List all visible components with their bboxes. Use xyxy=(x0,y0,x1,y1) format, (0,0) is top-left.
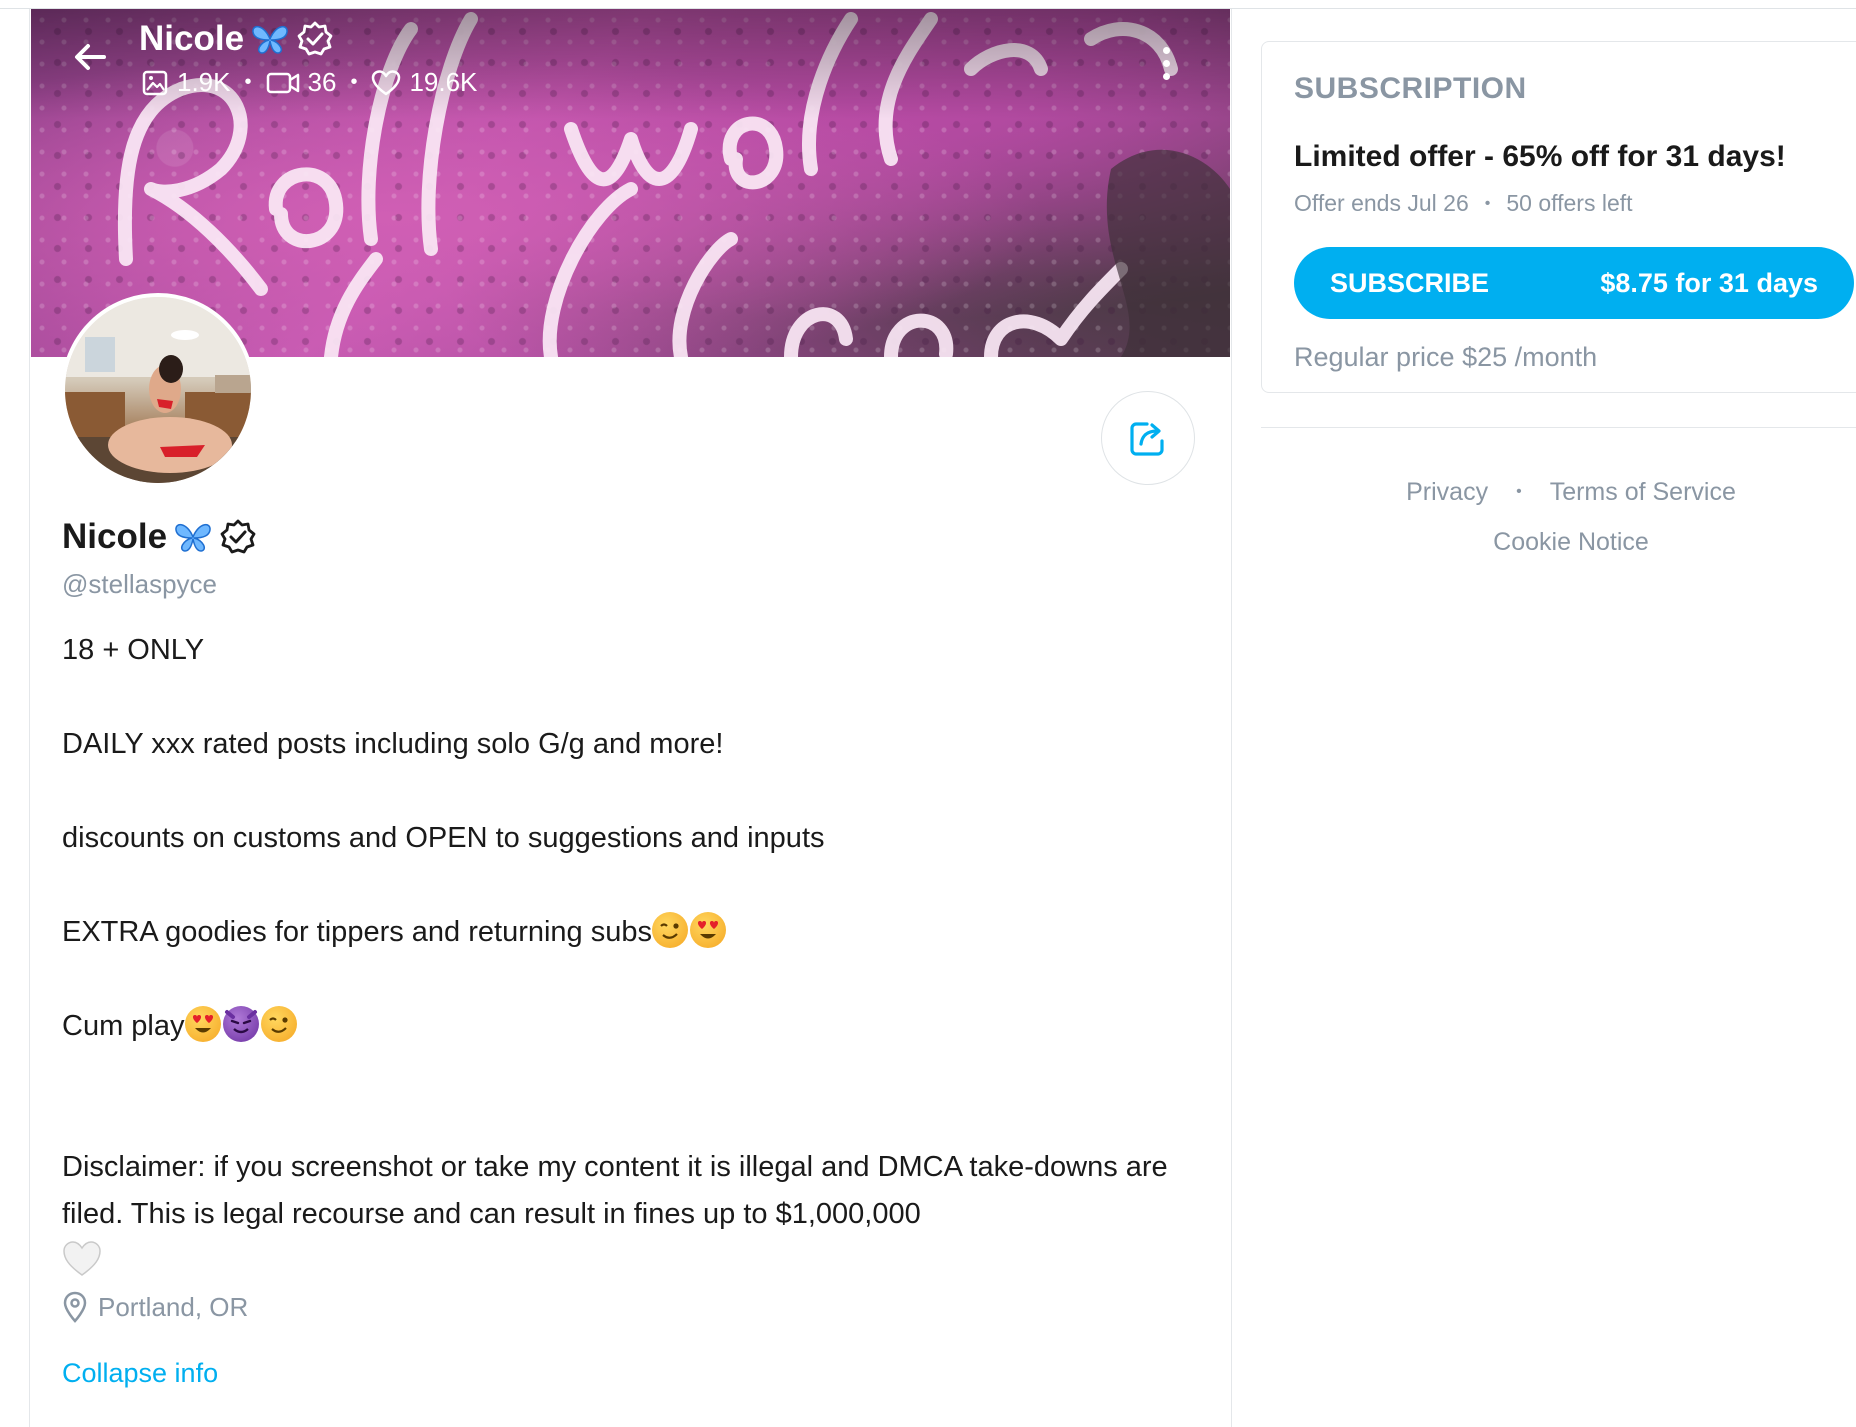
devil-emoji xyxy=(222,1006,259,1042)
location-text: Portland, OR xyxy=(98,1291,249,1322)
subscribe-price: $8.75 for 31 days xyxy=(1600,267,1818,298)
more-vertical-icon xyxy=(1162,46,1170,54)
bio-line-with-emoji: EXTRA goodies for tippers and returning … xyxy=(62,909,1202,956)
profile-name-text: Nicole xyxy=(62,517,168,556)
terms-link[interactable]: Terms of Service xyxy=(1550,478,1736,507)
likes-stat: 19.6K xyxy=(371,67,477,98)
profile-bio: 18 + ONLY DAILY xxx rated posts includin… xyxy=(62,627,1202,1285)
separator-dot: • xyxy=(1516,483,1522,500)
bio-line: DAILY xxx rated posts including solo G/g… xyxy=(62,728,724,760)
share-button[interactable] xyxy=(1101,391,1195,485)
white-heart-icon xyxy=(63,1241,101,1276)
collapse-info-link[interactable]: Collapse info xyxy=(62,1358,218,1389)
butterfly-icon xyxy=(252,25,288,54)
back-button[interactable] xyxy=(66,33,114,81)
profile-name: Nicole xyxy=(62,517,257,557)
profile-handle[interactable]: @stellaspyce xyxy=(62,569,217,600)
bio-line-with-emoji: Cum play xyxy=(62,1003,1202,1050)
profile-column: Nicole 1.9K • 36 • 19.6K Nicole @stellas… xyxy=(29,9,1232,1427)
cookie-notice-link[interactable]: Cookie Notice xyxy=(1493,528,1649,557)
wink-emoji xyxy=(652,912,688,948)
header-name: Nicole xyxy=(139,19,334,59)
image-icon xyxy=(142,70,168,95)
verified-badge-icon xyxy=(220,519,256,554)
offers-left: 50 offers left xyxy=(1506,190,1633,216)
arrow-left-icon xyxy=(75,44,106,70)
bio-line: discounts on customs and OPEN to suggest… xyxy=(62,822,825,854)
videos-count: 36 xyxy=(307,67,337,97)
wink-emoji xyxy=(260,1006,297,1042)
more-options-button[interactable] xyxy=(1146,33,1186,93)
offer-ends: Offer ends Jul 26 xyxy=(1294,190,1469,216)
photos-stat: 1.9K xyxy=(141,67,231,98)
cover-banner xyxy=(31,9,1230,357)
divider xyxy=(1261,427,1856,428)
white-heart-line xyxy=(62,1238,1202,1285)
heart-icon xyxy=(372,69,401,95)
bio-line: EXTRA goodies for tippers and returning … xyxy=(62,916,652,948)
avatar[interactable] xyxy=(61,293,255,487)
map-pin-icon xyxy=(63,1291,87,1323)
separator-dot: • xyxy=(350,71,358,93)
butterfly-icon xyxy=(175,523,211,552)
video-icon xyxy=(266,72,299,93)
bio-disclaimer: Disclaimer: if you screenshot or take my… xyxy=(62,1144,1202,1238)
location: Portland, OR xyxy=(62,1291,248,1323)
subscription-card: SUBSCRIPTION Limited offer - 65% off for… xyxy=(1261,41,1856,393)
header-stats: 1.9K • 36 • 19.6K xyxy=(141,67,477,98)
separator-dot: • xyxy=(244,71,252,93)
bio-line: 18 + ONLY xyxy=(62,634,205,666)
bio-line: Disclaimer: if you screenshot or take my… xyxy=(62,1151,1168,1230)
regular-price: Regular price $25 /month xyxy=(1294,342,1598,372)
likes-count: 19.6K xyxy=(409,67,478,97)
header-name-text: Nicole xyxy=(139,19,245,58)
heart-eyes-emoji xyxy=(184,1006,221,1042)
subscription-title: SUBSCRIPTION xyxy=(1294,72,1527,105)
separator-dot: • xyxy=(1484,194,1491,212)
privacy-link[interactable]: Privacy xyxy=(1406,478,1488,507)
share-icon xyxy=(1130,422,1164,456)
subscribe-label: SUBSCRIBE xyxy=(1330,267,1490,298)
footer-links: Privacy • Terms of Service Cookie Notice xyxy=(1261,474,1856,560)
heart-eyes-emoji xyxy=(690,912,726,948)
photos-count: 1.9K xyxy=(177,67,231,97)
verified-badge-icon xyxy=(297,21,333,56)
offer-meta: Offer ends Jul 26 • 50 offers left xyxy=(1294,190,1633,217)
subscribe-button[interactable]: SUBSCRIBE $8.75 for 31 days xyxy=(1294,247,1854,319)
videos-stat: 36 xyxy=(266,67,337,98)
bio-line: Cum play xyxy=(62,1010,185,1042)
offer-title: Limited offer - 65% off for 31 days! xyxy=(1294,140,1786,173)
